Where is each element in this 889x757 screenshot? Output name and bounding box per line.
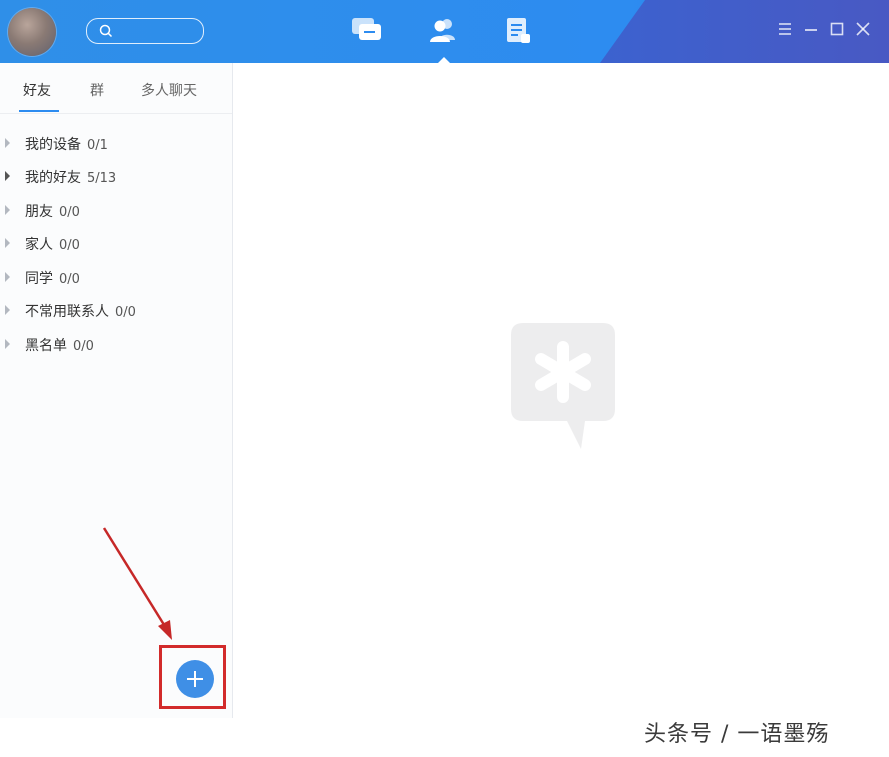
group-friends[interactable]: 朋友 0/0 bbox=[0, 198, 232, 224]
group-count: 5/13 bbox=[87, 171, 117, 186]
group-classmates[interactable]: 同学 0/0 bbox=[0, 265, 232, 291]
group-name: 黑名单 bbox=[25, 338, 67, 354]
group-family[interactable]: 家人 0/0 bbox=[0, 231, 232, 257]
group-my-devices[interactable]: 我的设备 0/1 bbox=[0, 131, 232, 157]
group-name: 我的好友 bbox=[25, 170, 81, 186]
menu-icon[interactable] bbox=[776, 20, 794, 38]
expand-arrow-icon bbox=[5, 238, 10, 248]
group-count: 0/0 bbox=[73, 339, 94, 354]
avatar[interactable] bbox=[8, 8, 56, 56]
expand-arrow-icon bbox=[5, 272, 10, 282]
annotation-highlight-box bbox=[159, 645, 226, 709]
title-bar bbox=[0, 0, 889, 63]
app-window: 好友 群 多人聊天 我的设备 0/1 我的好友 5/13 朋友 0/0 家人 0/0 同… bbox=[0, 0, 889, 718]
main-panel bbox=[233, 63, 889, 718]
group-name: 同学 bbox=[25, 271, 53, 287]
tab-groups[interactable]: 群 bbox=[90, 80, 104, 100]
minimize-icon[interactable] bbox=[802, 20, 820, 38]
tab-friends[interactable]: 好友 bbox=[23, 80, 51, 100]
contacts-sidebar: 好友 群 多人聊天 我的设备 0/1 我的好友 5/13 朋友 0/0 家人 0/0 同… bbox=[0, 63, 233, 718]
search-input[interactable] bbox=[86, 18, 204, 44]
expand-arrow-icon bbox=[5, 138, 10, 148]
tab-multi-chat[interactable]: 多人聊天 bbox=[141, 80, 197, 100]
document-icon[interactable] bbox=[503, 16, 537, 46]
group-name: 朋友 bbox=[25, 204, 53, 220]
search-icon bbox=[99, 24, 113, 38]
group-name: 家人 bbox=[25, 237, 53, 253]
group-name: 我的设备 bbox=[25, 137, 81, 153]
contacts-icon[interactable] bbox=[427, 16, 461, 63]
group-blacklist[interactable]: 黑名单 0/0 bbox=[0, 332, 232, 358]
chat-bubble-icon[interactable] bbox=[350, 16, 384, 46]
group-count: 0/0 bbox=[59, 272, 80, 287]
group-name: 不常用联系人 bbox=[25, 304, 109, 320]
maximize-icon[interactable] bbox=[828, 20, 846, 38]
group-count: 0/0 bbox=[59, 205, 80, 220]
asterisk-speech-bubble-icon bbox=[511, 323, 615, 449]
group-infrequent[interactable]: 不常用联系人 0/0 bbox=[0, 298, 232, 324]
active-tab-indicator bbox=[19, 110, 59, 112]
watermark: 头条号 / 一语墨殇 bbox=[644, 722, 830, 747]
expand-arrow-icon bbox=[5, 305, 10, 315]
contact-tabs: 好友 群 多人聊天 bbox=[0, 63, 232, 114]
group-count: 0/0 bbox=[59, 238, 80, 253]
expand-arrow-icon bbox=[5, 171, 10, 181]
expand-arrow-icon bbox=[5, 339, 10, 349]
group-my-friends[interactable]: 我的好友 5/13 bbox=[0, 164, 232, 190]
close-icon[interactable] bbox=[854, 20, 872, 38]
expand-arrow-icon bbox=[5, 205, 10, 215]
group-count: 0/0 bbox=[115, 305, 136, 320]
group-count: 0/1 bbox=[87, 138, 108, 153]
